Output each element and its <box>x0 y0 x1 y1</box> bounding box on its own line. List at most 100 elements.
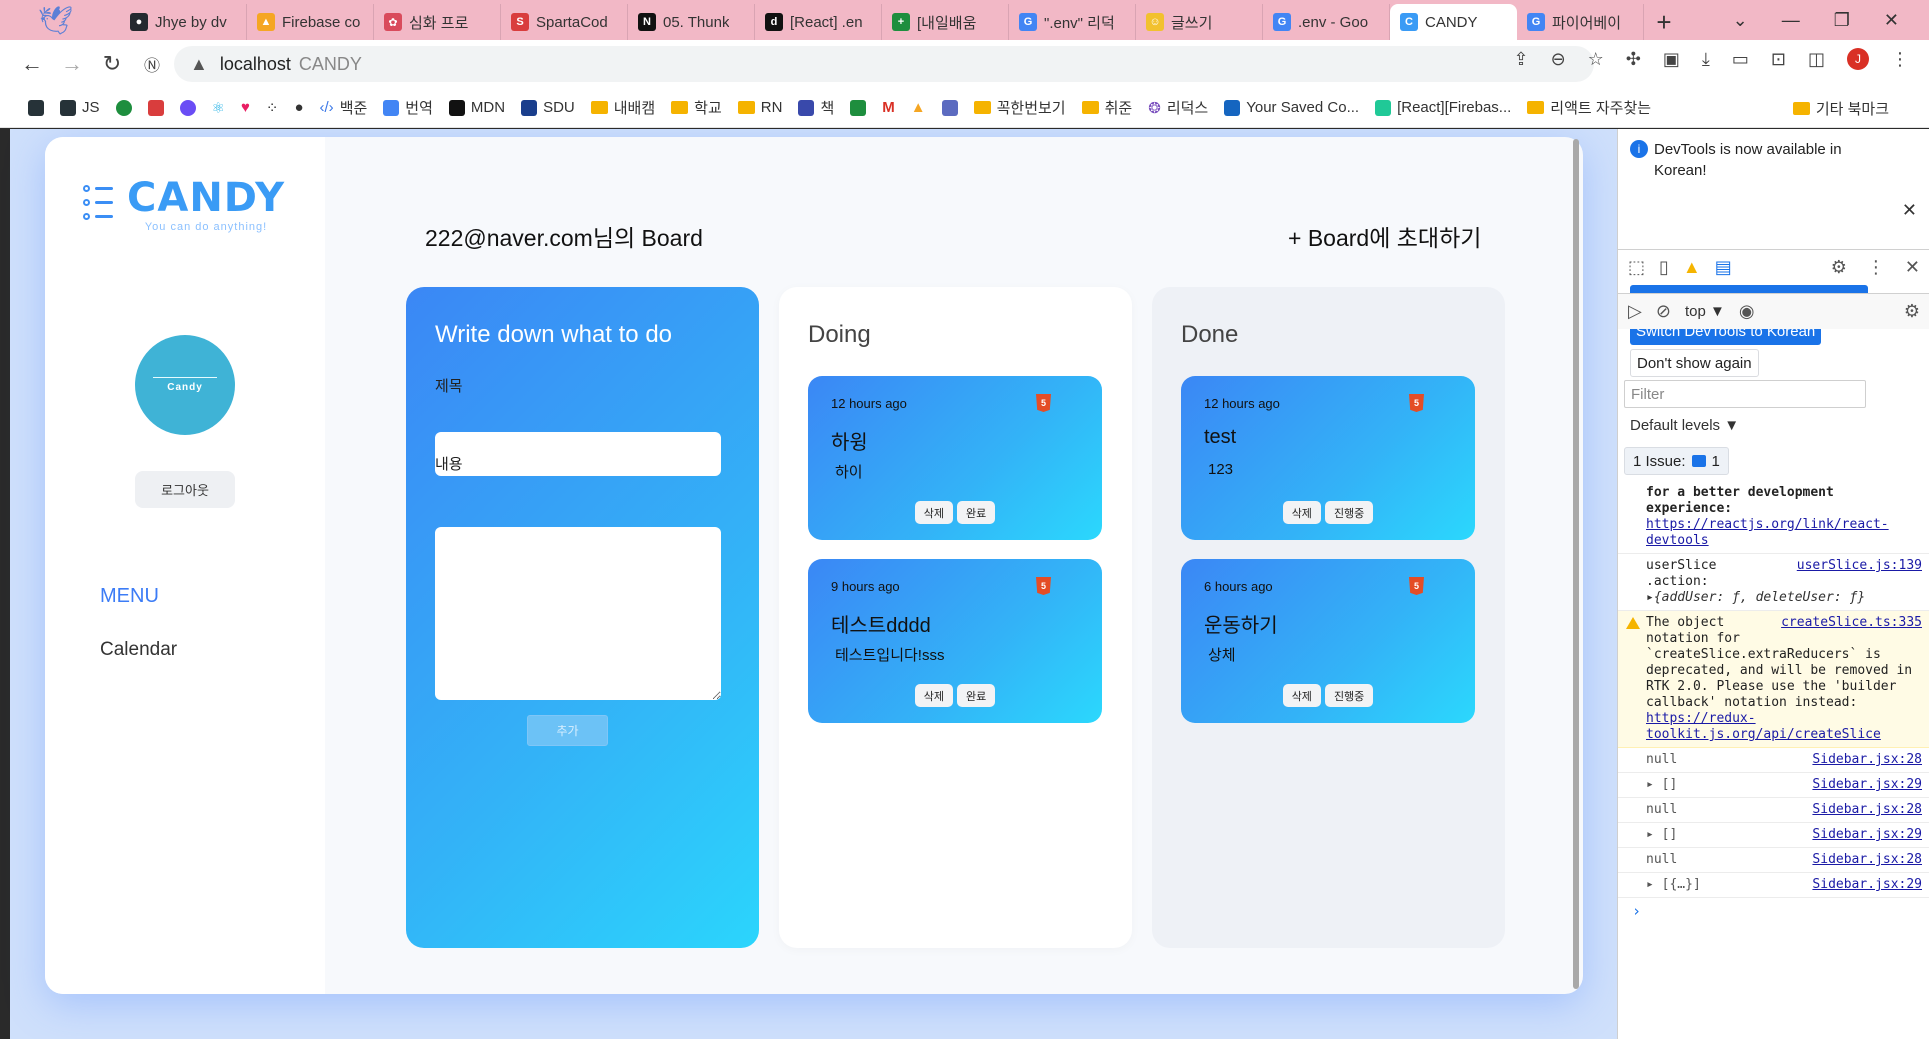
logout-button[interactable]: 로그아웃 <box>135 471 235 508</box>
other-bookmarks[interactable]: 기타 북마크 <box>1792 98 1889 119</box>
console-filter-input[interactable]: Filter <box>1624 380 1866 408</box>
clear-console-icon[interactable]: ⊘ <box>1656 301 1671 322</box>
browser-tab[interactable]: + [내일배움 <box>882 4 1009 40</box>
bookmark-item[interactable]: MDN <box>448 99 505 116</box>
title-input[interactable] <box>435 432 721 476</box>
dont-show-again-button[interactable]: Don't show again <box>1630 349 1759 377</box>
browser-tab[interactable]: d [React] .en <box>755 4 882 40</box>
inspect-element-icon[interactable]: ⬚ <box>1628 257 1645 278</box>
zoom-out-icon[interactable]: ⊖ <box>1551 49 1566 70</box>
devtools-main-toolbar: ⬚ ▯ ▲ ▤ ⚙ ⋮ ✕ <box>1618 249 1929 285</box>
sidebar-item-calendar[interactable]: Calendar <box>100 639 177 661</box>
back-arrow-icon[interactable]: ← <box>12 44 52 84</box>
close-notice-icon[interactable]: ✕ <box>1902 200 1917 221</box>
cast-icon[interactable]: ▭ <box>1732 49 1749 70</box>
more-options-icon[interactable]: ⋮ <box>1867 257 1885 278</box>
url-input[interactable]: ▲ localhost CANDY <box>174 46 1594 82</box>
in-progress-button[interactable]: 진행중 <box>1324 501 1374 524</box>
browser-tab[interactable]: G 파이어베이 <box>1517 4 1644 40</box>
bookmark-icon[interactable] <box>850 99 867 116</box>
tab-search-chevron-icon[interactable]: ⌄ <box>1733 10 1748 31</box>
bookmark-icon[interactable]: ▲ <box>911 99 926 116</box>
browser-tab[interactable]: ● Jhye by dv <box>120 4 247 40</box>
flag-extension-icon[interactable]: ▣ <box>1663 49 1680 70</box>
delete-button[interactable]: 삭제 <box>914 684 953 707</box>
bookmark-item[interactable]: [React][Firebas... <box>1375 99 1511 116</box>
warning-badge-icon[interactable]: ▲ <box>1683 257 1701 278</box>
bookmark-icon[interactable] <box>115 99 132 116</box>
bookmark-item[interactable]: JS <box>60 99 100 116</box>
bookmark-folder[interactable]: 내배캠 <box>590 97 655 118</box>
browser-tab[interactable]: G ".env" 리덕 <box>1009 4 1136 40</box>
bookmark-item[interactable]: ‹/› 백준 <box>320 97 368 118</box>
close-devtools-icon[interactable]: ✕ <box>1905 257 1920 278</box>
console-settings-icon[interactable]: ⚙ <box>1904 301 1920 322</box>
browser-tab[interactable]: ☺ 글쓰기 <box>1136 4 1263 40</box>
github-bookmark-icon[interactable]: ● <box>294 99 303 116</box>
kebab-menu-icon[interactable]: ⋮ <box>1891 49 1909 70</box>
delete-button[interactable]: 삭제 <box>1282 501 1321 524</box>
profile-avatar[interactable]: J <box>1847 48 1869 70</box>
bookmark-star-icon[interactable]: ☆ <box>1588 49 1604 70</box>
page-scrollbar[interactable] <box>1573 139 1579 989</box>
context-selector[interactable]: top ▼ <box>1685 303 1725 320</box>
in-progress-button[interactable]: 진행중 <box>1324 684 1374 707</box>
browser-tab[interactable]: G .env - Goo <box>1263 4 1390 40</box>
new-tab-plus-icon[interactable]: + <box>1644 4 1684 40</box>
download-icon[interactable]: ⤓ <box>1702 49 1710 70</box>
folder-icon <box>590 101 608 114</box>
card-title: test <box>1204 426 1237 448</box>
browser-tab[interactable]: ▲ Firebase co <box>247 4 374 40</box>
browser-tab[interactable]: S SpartaCod <box>501 4 628 40</box>
browser-tab-active[interactable]: C CANDY <box>1390 4 1517 40</box>
bookmark-icon[interactable] <box>28 99 44 116</box>
forward-arrow-icon[interactable]: → <box>52 44 92 84</box>
bookmark-icon[interactable] <box>941 99 958 116</box>
screenshot-icon[interactable]: ⊡ <box>1771 49 1786 70</box>
bookmark-folder[interactable]: 취준 <box>1081 97 1132 118</box>
bookmark-item[interactable]: ❂ 리덕스 <box>1148 97 1208 118</box>
bookmark-item[interactable]: 책 <box>798 97 834 118</box>
share-icon[interactable]: ⇪ <box>1513 49 1528 70</box>
bookmark-folder[interactable]: 리액트 자주찾는 <box>1527 97 1651 118</box>
eye-icon[interactable]: ◉ <box>1739 301 1755 322</box>
browser-tab[interactable]: N 05. Thunk <box>628 4 755 40</box>
notion-shortcut-icon[interactable]: Ⓝ <box>132 44 172 84</box>
warning-triangle-icon[interactable]: ▲ <box>190 54 208 75</box>
bookmark-item[interactable]: Your Saved Co... <box>1224 99 1359 116</box>
complete-button[interactable]: 완료 <box>957 684 996 707</box>
issues-button[interactable]: 1 Issue: 1 <box>1624 447 1729 475</box>
sidebar-toggle-icon[interactable]: ▷ <box>1628 301 1642 322</box>
bookmark-icon[interactable]: ⁘ <box>266 99 279 117</box>
minimize-icon[interactable]: — <box>1782 10 1800 31</box>
content-textarea[interactable] <box>435 527 721 700</box>
invite-board-button[interactable]: + Board에 초대하기 <box>1288 219 1481 253</box>
delete-button[interactable]: 삭제 <box>1282 684 1321 707</box>
browser-tab[interactable]: ✿ 심화 프로 <box>374 4 501 40</box>
gmail-bookmark-icon[interactable]: M <box>882 99 895 116</box>
bookmark-folder[interactable]: RN <box>737 99 782 116</box>
app-logo[interactable]: CANDY You can do anything! <box>83 177 285 233</box>
settings-gear-icon[interactable]: ⚙ <box>1831 257 1847 278</box>
complete-button[interactable]: 완료 <box>957 501 996 524</box>
add-button[interactable]: 추가 <box>527 715 608 746</box>
reload-icon[interactable]: ↻ <box>92 44 132 84</box>
restore-icon[interactable]: ❐ <box>1834 10 1850 31</box>
bookmark-icon[interactable]: ♥ <box>241 99 250 116</box>
close-window-icon[interactable]: ✕ <box>1884 10 1899 31</box>
extensions-puzzle-icon[interactable]: ✣ <box>1626 49 1641 70</box>
bookmark-icon[interactable] <box>147 99 164 116</box>
bookmark-folder[interactable]: 꼭한번보기 <box>973 97 1066 118</box>
react-bookmark-icon[interactable]: ⚛ <box>212 99 225 117</box>
bookmark-item[interactable]: SDU <box>521 99 575 116</box>
bookmark-folder[interactable]: 학교 <box>671 97 722 118</box>
console-prompt[interactable]: › <box>1618 898 1929 924</box>
bookmark-item[interactable]: 번역 <box>383 97 433 118</box>
device-toggle-icon[interactable]: ▯ <box>1659 257 1669 278</box>
delete-button[interactable]: 삭제 <box>914 501 953 524</box>
browser-tab-bar: 🕊 ● Jhye by dv ▲ Firebase co ✿ 심화 프로 S Spart… <box>0 0 1929 40</box>
sidepanel-icon[interactable]: ◫ <box>1808 49 1825 70</box>
bookmark-icon[interactable] <box>179 99 196 116</box>
log-levels-dropdown[interactable]: Default levels ▼ <box>1630 417 1739 434</box>
console-messages-icon[interactable]: ▤ <box>1715 257 1732 278</box>
